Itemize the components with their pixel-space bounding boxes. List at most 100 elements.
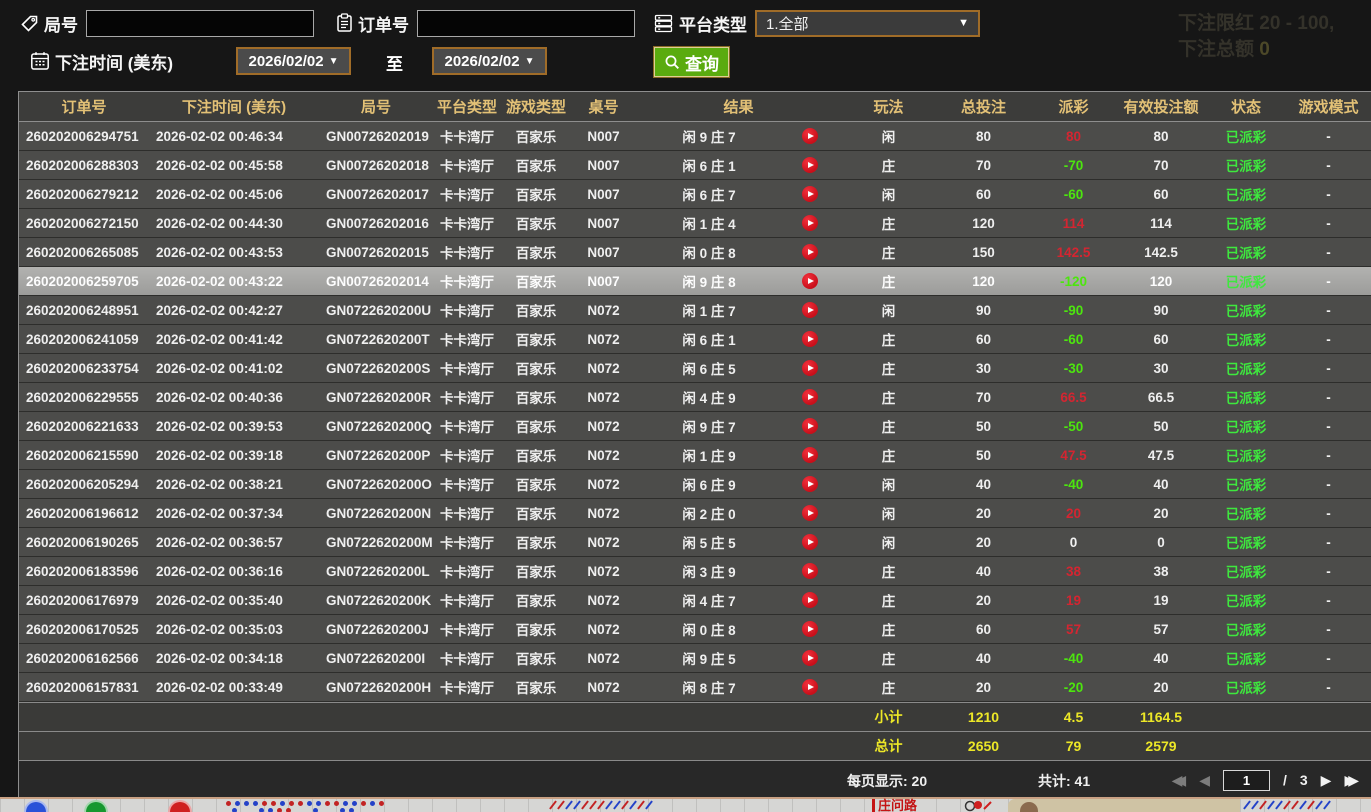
table-row[interactable]: 260202006294751 2026-02-02 00:46:34 GN00… xyxy=(19,122,1371,151)
cell-status: 已派彩 xyxy=(1225,536,1267,551)
table-row[interactable]: 260202006233754 2026-02-02 00:41:02 GN07… xyxy=(19,354,1371,383)
subtotal-payout: 4.5 xyxy=(1063,709,1084,725)
order-no-input[interactable] xyxy=(417,9,635,37)
cell-play: 闲 xyxy=(881,507,896,522)
cell-result: 闲 8 庄 7 xyxy=(636,677,841,697)
cell-mode: - xyxy=(1326,534,1331,550)
cell-time: 2026-02-02 00:45:06 xyxy=(156,186,283,202)
date-from-picker[interactable]: 2026/02/02 xyxy=(236,47,351,75)
round-no-input[interactable] xyxy=(86,9,314,37)
first-page-icon[interactable]: ◀◀ xyxy=(1172,773,1187,787)
cell-game: 百家乐 xyxy=(515,507,557,522)
table-row[interactable]: 260202006205294 2026-02-02 00:38:21 GN07… xyxy=(19,470,1371,499)
cell-status: 已派彩 xyxy=(1225,594,1267,609)
replay-video-icon[interactable] xyxy=(802,534,818,550)
cell-game: 百家乐 xyxy=(515,130,557,145)
background-bet-total-value: 0 xyxy=(1259,39,1270,60)
cell-game: 百家乐 xyxy=(515,594,557,609)
table-row[interactable]: 260202006259705 2026-02-02 00:43:22 GN00… xyxy=(19,267,1371,296)
cell-mode: - xyxy=(1326,621,1331,637)
replay-video-icon[interactable] xyxy=(802,592,818,608)
replay-video-icon[interactable] xyxy=(802,302,818,318)
replay-video-icon[interactable] xyxy=(802,273,818,289)
replay-video-icon[interactable] xyxy=(802,650,818,666)
column-header-order: 订单号 xyxy=(61,99,107,116)
table-row[interactable]: 260202006183596 2026-02-02 00:36:16 GN07… xyxy=(19,557,1371,586)
date-to-picker[interactable]: 2026/02/02 xyxy=(432,47,547,75)
table-row[interactable]: 260202006190265 2026-02-02 00:36:57 GN07… xyxy=(19,528,1371,557)
table-row[interactable]: 260202006215590 2026-02-02 00:39:18 GN07… xyxy=(19,441,1371,470)
replay-video-icon[interactable] xyxy=(802,215,818,231)
replay-video-icon[interactable] xyxy=(802,621,818,637)
next-page-icon[interactable]: ▶ xyxy=(1321,773,1332,787)
replay-video-icon[interactable] xyxy=(802,128,818,144)
table-row[interactable]: 260202006265085 2026-02-02 00:43:53 GN00… xyxy=(19,238,1371,267)
cell-payout: -120 xyxy=(1059,273,1088,289)
cell-order: 260202006288303 xyxy=(26,157,139,173)
cell-bet: 120 xyxy=(972,215,995,231)
cell-time: 2026-02-02 00:35:03 xyxy=(156,621,283,637)
table-row[interactable]: 260202006272150 2026-02-02 00:44:30 GN00… xyxy=(19,209,1371,238)
cell-play: 庄 xyxy=(881,333,896,348)
cell-status: 已派彩 xyxy=(1225,159,1267,174)
cell-payout: 66.5 xyxy=(1060,389,1087,405)
table-row[interactable]: 260202006288303 2026-02-02 00:45:58 GN00… xyxy=(19,151,1371,180)
cell-status: 已派彩 xyxy=(1225,188,1267,203)
result-text: 闲 1 庄 7 xyxy=(682,304,736,319)
cell-play: 庄 xyxy=(881,159,896,174)
replay-video-icon[interactable] xyxy=(802,418,818,434)
cell-valid: 114 xyxy=(1150,215,1172,231)
table-row[interactable]: 260202006229555 2026-02-02 00:40:36 GN07… xyxy=(19,383,1371,412)
cell-mode: - xyxy=(1326,186,1331,202)
table-row[interactable]: 260202006221633 2026-02-02 00:39:53 GN07… xyxy=(19,412,1371,441)
table-row[interactable]: 260202006157831 2026-02-02 00:33:49 GN07… xyxy=(19,673,1371,702)
last-page-icon[interactable]: ▶▶ xyxy=(1344,773,1359,787)
replay-video-icon[interactable] xyxy=(802,186,818,202)
replay-video-icon[interactable] xyxy=(802,505,818,521)
result-text: 闲 3 庄 9 xyxy=(682,565,736,580)
table-row[interactable]: 260202006248951 2026-02-02 00:42:27 GN07… xyxy=(19,296,1371,325)
result-text: 闲 6 庄 9 xyxy=(682,478,736,493)
replay-video-icon[interactable] xyxy=(802,563,818,579)
cell-mode: - xyxy=(1326,563,1331,579)
cell-status: 已派彩 xyxy=(1225,333,1267,348)
cell-payout: 57 xyxy=(1065,621,1082,637)
table-row[interactable]: 260202006241059 2026-02-02 00:41:42 GN07… xyxy=(19,325,1371,354)
table-row[interactable]: 260202006170525 2026-02-02 00:35:03 GN07… xyxy=(19,615,1371,644)
cell-valid: 90 xyxy=(1153,302,1169,318)
table-row[interactable]: 260202006279212 2026-02-02 00:45:06 GN00… xyxy=(19,180,1371,209)
column-header-platform: 平台类型 xyxy=(436,99,497,116)
replay-video-icon[interactable] xyxy=(802,244,818,260)
search-button[interactable]: 查询 xyxy=(654,47,729,77)
cell-game: 百家乐 xyxy=(515,420,557,435)
replay-video-icon[interactable] xyxy=(802,679,818,695)
replay-video-icon[interactable] xyxy=(802,389,818,405)
platform-select[interactable]: 1.全部 xyxy=(755,9,980,37)
cell-game: 百家乐 xyxy=(515,188,557,203)
page-number-input[interactable] xyxy=(1222,769,1270,791)
search-icon xyxy=(664,54,681,71)
tag-icon xyxy=(20,14,39,33)
cell-valid: 57 xyxy=(1153,621,1169,637)
cell-order: 260202006265085 xyxy=(26,244,139,260)
table-row[interactable]: 260202006176979 2026-02-02 00:35:40 GN07… xyxy=(19,586,1371,615)
cell-result: 闲 9 庄 7 xyxy=(636,126,841,146)
cell-status: 已派彩 xyxy=(1225,449,1267,464)
replay-video-icon[interactable] xyxy=(802,157,818,173)
cell-table: N072 xyxy=(587,302,620,318)
table-row[interactable]: 260202006162566 2026-02-02 00:34:18 GN07… xyxy=(19,644,1371,673)
replay-video-icon[interactable] xyxy=(802,360,818,376)
cell-result: 闲 3 庄 9 xyxy=(636,561,841,581)
cell-bet: 20 xyxy=(975,679,992,695)
cell-play: 闲 xyxy=(881,188,896,203)
table-row[interactable]: 260202006196612 2026-02-02 00:37:34 GN07… xyxy=(19,499,1371,528)
replay-video-icon[interactable] xyxy=(802,476,818,492)
cell-play: 庄 xyxy=(881,391,896,406)
cell-time: 2026-02-02 00:40:36 xyxy=(156,389,283,405)
replay-video-icon[interactable] xyxy=(802,331,818,347)
replay-video-icon[interactable] xyxy=(802,447,818,463)
cell-payout: 80 xyxy=(1065,128,1082,144)
cell-order: 260202006183596 xyxy=(26,563,139,579)
prev-page-icon[interactable]: ◀ xyxy=(1199,773,1210,787)
cell-valid: 0 xyxy=(1157,534,1165,550)
